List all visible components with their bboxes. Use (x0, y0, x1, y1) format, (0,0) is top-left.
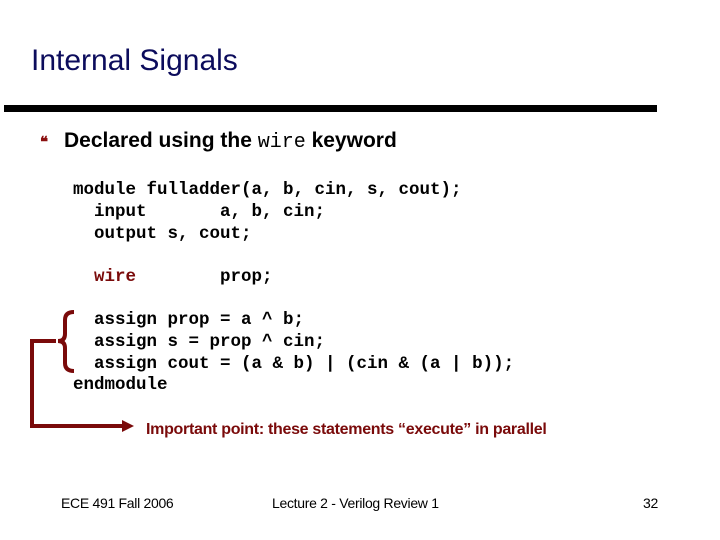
code-line-assign-cout: assign cout = (a & b) | (cin & (a | b)); (73, 354, 515, 374)
wire-keyword: wire (94, 267, 137, 287)
bullet-keyword: wire (257, 131, 306, 154)
wire-declaration: prop; (136, 267, 273, 287)
quote-bullet-icon: ❝ (40, 133, 49, 151)
bullet-text-after: keyword (305, 129, 397, 152)
slide-title: Internal Signals (31, 44, 238, 77)
curly-brace-icon (57, 310, 75, 373)
code-line-wire: wire prop; (73, 266, 273, 288)
bullet-text: Declared using the wire keyword (64, 129, 397, 154)
arrow-head-icon (122, 420, 134, 432)
code-line-assign-prop: assign prop = a ^ b; (73, 310, 305, 330)
important-note: Important point: these statements “execu… (146, 421, 547, 438)
code-line-output: output s, cout; (73, 224, 252, 244)
bullet-text-before: Declared using the (64, 129, 258, 152)
code-line-endmodule: endmodule (73, 375, 168, 395)
footer-page-number: 32 (643, 495, 658, 511)
title-divider (4, 105, 657, 112)
code-line-assign-s: assign s = prop ^ cin; (73, 332, 326, 352)
code-line-module: module fulladder(a, b, cin, s, cout); (73, 180, 462, 200)
footer-course: ECE 491 Fall 2006 (61, 495, 174, 511)
footer-lecture: Lecture 2 - Verilog Review 1 (272, 495, 439, 511)
code-line-input: input a, b, cin; (73, 202, 326, 222)
